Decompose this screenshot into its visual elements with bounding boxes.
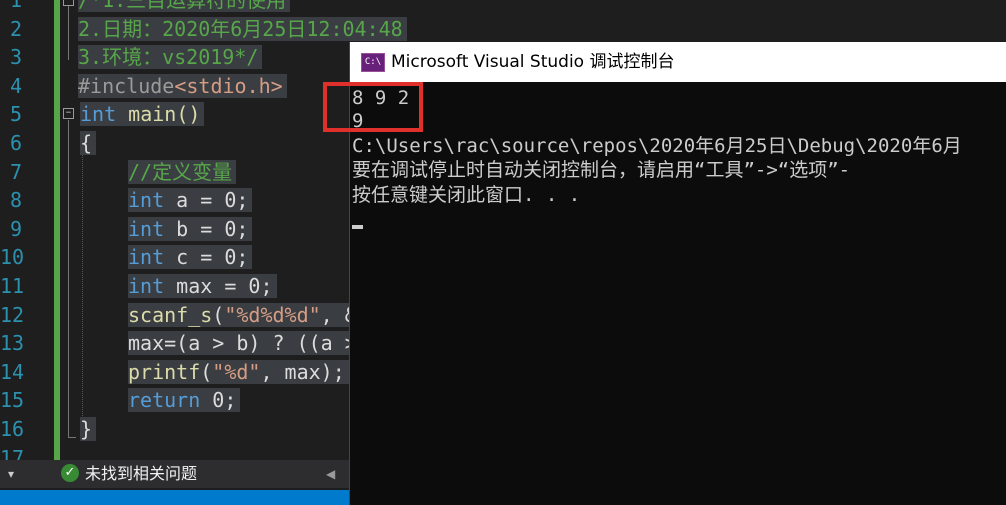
string-literal: "%d%d%d" [224, 302, 321, 327]
function-signature: main() [116, 102, 201, 127]
ide-status-strip [0, 490, 350, 505]
line-number: 5 [9, 102, 22, 127]
collapse-icon[interactable]: − [63, 108, 74, 119]
check-circle-icon: ✓ [61, 464, 79, 482]
indent-guide [82, 150, 83, 430]
console-title-bar[interactable]: C:\ Microsoft Visual Studio 调试控制台 [350, 42, 1006, 82]
line-number-gutter: 1 2 3 4 5 6 7 8 9 10 11 12 13 14 15 16 1… [0, 0, 50, 470]
statement: max = 0; [164, 274, 273, 298]
preprocessor-directive: #include [78, 73, 175, 98]
code-line: } [80, 415, 97, 444]
keyword: int [128, 216, 165, 241]
code-line: int a = 0; [128, 186, 253, 215]
function-call: scanf_s [128, 302, 213, 327]
statement: b = 0; [164, 216, 249, 241]
keyword: return [128, 388, 201, 413]
line-number: 9 [9, 216, 22, 241]
function-call: printf [128, 359, 201, 384]
code-line: #include<stdio.h> [78, 72, 287, 101]
brace: } [80, 417, 97, 441]
line-number: 2 [9, 16, 22, 41]
annotation-highlight-box [323, 82, 423, 132]
string-literal: "%d" [212, 359, 261, 384]
scroll-left-icon[interactable]: ◀ [326, 464, 335, 484]
issues-status[interactable]: 未找到相关问题 [85, 463, 197, 485]
window-title: Microsoft Visual Studio 调试控制台 [391, 52, 675, 72]
fold-guide [68, 0, 69, 60]
code-line: 3.环境：vs2019*/ [78, 43, 263, 72]
line-number: 13 [0, 331, 25, 356]
keyword: int [80, 102, 117, 127]
change-tracking-bar [54, 0, 60, 460]
statement: a = 0; [164, 188, 249, 213]
code-line: return 0; [128, 386, 241, 415]
include-header: <stdio.h> [174, 73, 283, 98]
line-number: 8 [9, 188, 22, 213]
text-cursor [352, 225, 363, 229]
statement: c = 0; [164, 245, 249, 270]
comment: 3.环境：vs2019*/ [78, 45, 263, 70]
line-number: 6 [9, 131, 22, 155]
statement: 0; [200, 388, 237, 413]
line-number: 14 [0, 359, 25, 384]
code-line: int main() [80, 100, 205, 129]
comment: /*1.三目运算符的使用 [78, 0, 291, 12]
brace: { [80, 131, 97, 155]
chevron-down-icon[interactable]: ▾ [8, 464, 26, 484]
statement: , max); [260, 359, 345, 384]
line-number: 4 [9, 73, 22, 98]
code-line: int max = 0; [128, 272, 277, 301]
console-output-line: 要在调试停止时自动关闭控制台，请启用“工具”->“选项”- [352, 159, 851, 181]
line-number: 1 [9, 0, 22, 12]
console-output-line: C:\Users\rac\source\repos\2020年6月25日\Deb… [352, 135, 962, 157]
debug-console-window[interactable]: C:\ Microsoft Visual Studio 调试控制台 8 9 2 … [323, 42, 1006, 505]
line-number: 10 [0, 245, 25, 270]
paren: ( [212, 302, 225, 327]
collapse-icon[interactable]: − [63, 0, 74, 6]
code-line: 2.日期：2020年6月25日12:04:48 [78, 15, 407, 44]
comment: 2.日期：2020年6月25日12:04:48 [78, 16, 407, 41]
statement: max=(a > b) ? ((a > [128, 331, 361, 356]
code-line: /*1.三目运算符的使用 [78, 0, 291, 15]
fold-guide [68, 120, 69, 438]
code-line: printf("%d", max); [128, 358, 349, 387]
line-number: 3 [9, 45, 22, 70]
code-line: int b = 0; [128, 215, 253, 244]
keyword: int [128, 245, 165, 270]
paren: ( [200, 359, 213, 384]
code-line: //定义变量 [128, 158, 237, 187]
fold-guide-end [68, 437, 76, 438]
code-line: max=(a > b) ? ((a > [128, 329, 361, 358]
console-app-icon: C:\ [361, 53, 385, 72]
comment: //定义变量 [128, 159, 237, 184]
line-number: 11 [0, 274, 25, 298]
console-output-line: 按任意键关闭此窗口. . . [352, 184, 581, 206]
code-line: { [80, 129, 97, 158]
line-number: 15 [0, 388, 25, 413]
keyword: int [128, 274, 165, 298]
line-number: 7 [9, 159, 22, 184]
editor-status-bar: ▾ ✓ 未找到相关问题 ◀ [0, 460, 350, 488]
line-number: 12 [0, 302, 25, 327]
line-number: 16 [0, 417, 25, 441]
code-line: scanf_s("%d%d%d", & [128, 301, 361, 330]
keyword: int [128, 188, 165, 213]
code-line: int c = 0; [128, 243, 253, 272]
